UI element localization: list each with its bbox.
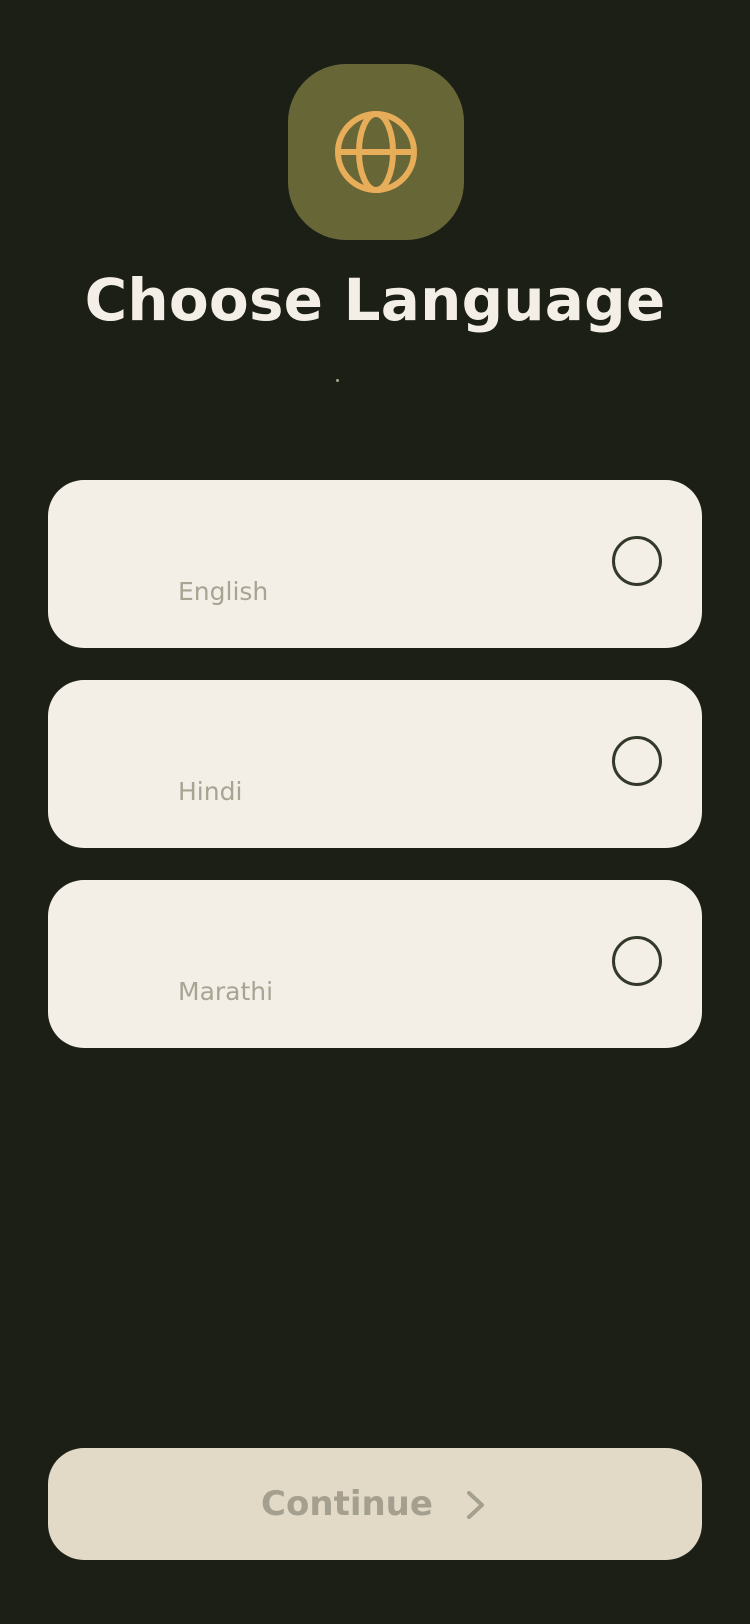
subtitle-dot — [336, 379, 339, 382]
radio-button-hindi[interactable] — [612, 736, 662, 786]
continue-button[interactable]: Continue — [48, 1448, 702, 1560]
globe-icon — [335, 111, 417, 193]
language-option-marathi[interactable]: Marathi — [48, 880, 702, 1048]
language-app-icon — [288, 64, 464, 240]
language-label-marathi: Marathi — [178, 977, 274, 1006]
language-options: English Hindi Marathi — [48, 480, 702, 1048]
continue-button-label: Continue — [261, 1484, 433, 1524]
language-option-hindi[interactable]: Hindi — [48, 680, 702, 848]
chevron-right-icon — [466, 1491, 484, 1519]
language-option-english[interactable]: English — [48, 480, 702, 648]
radio-button-english[interactable] — [612, 536, 662, 586]
page-title: Choose Language — [84, 266, 666, 334]
language-label-hindi: Hindi — [178, 777, 243, 806]
language-label-english: English — [178, 577, 269, 606]
radio-button-marathi[interactable] — [612, 936, 662, 986]
